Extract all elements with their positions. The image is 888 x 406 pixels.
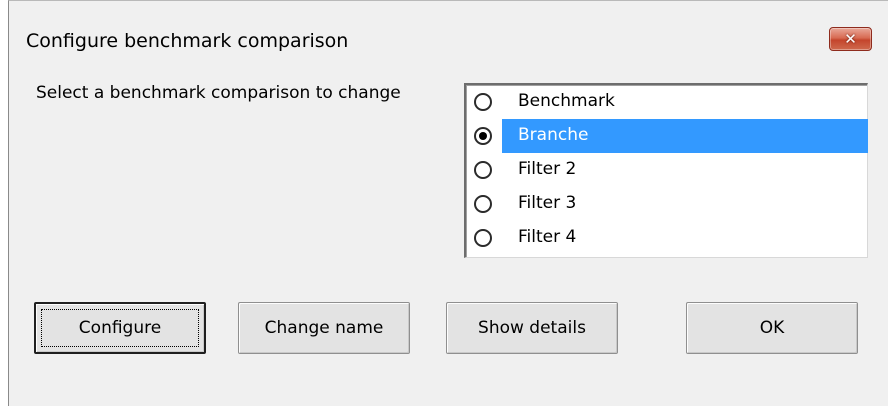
option-label: Filter 2 xyxy=(518,159,577,179)
option-filter-3[interactable]: Filter 3 xyxy=(466,187,867,221)
radio-icon[interactable] xyxy=(474,229,492,247)
change-name-button[interactable]: Change name xyxy=(238,302,410,354)
ok-button[interactable]: OK xyxy=(686,302,858,354)
option-label: Filter 3 xyxy=(518,193,577,213)
option-label: Filter 4 xyxy=(518,227,577,247)
option-label: Branche xyxy=(502,119,868,153)
close-icon: ✕ xyxy=(844,30,857,48)
configure-button[interactable]: Configure xyxy=(34,302,206,354)
configure-button-label: Configure xyxy=(78,318,162,338)
show-details-button[interactable]: Show details xyxy=(446,302,618,354)
option-filter-2[interactable]: Filter 2 xyxy=(466,153,867,187)
comparison-radio-list[interactable]: Benchmark Branche Filter 2 Filter 3 Filt… xyxy=(464,83,868,258)
radio-checked-icon[interactable] xyxy=(474,127,492,145)
close-button[interactable]: ✕ xyxy=(829,27,872,51)
change-name-button-label: Change name xyxy=(264,318,384,338)
instruction-label: Select a benchmark comparison to change xyxy=(36,83,401,103)
ok-button-label: OK xyxy=(759,318,785,338)
option-benchmark[interactable]: Benchmark xyxy=(466,85,867,119)
option-branche[interactable]: Branche xyxy=(466,119,868,153)
title-bar[interactable]: Configure benchmark comparison ✕ xyxy=(9,1,888,61)
radio-icon[interactable] xyxy=(474,93,492,111)
option-label: Benchmark xyxy=(518,91,615,111)
radio-icon[interactable] xyxy=(474,195,492,213)
dialog-window: Configure benchmark comparison ✕ Select … xyxy=(8,0,888,406)
radio-icon[interactable] xyxy=(474,161,492,179)
show-details-button-label: Show details xyxy=(478,318,586,338)
option-filter-4[interactable]: Filter 4 xyxy=(466,221,867,255)
dialog-title: Configure benchmark comparison xyxy=(26,30,349,52)
